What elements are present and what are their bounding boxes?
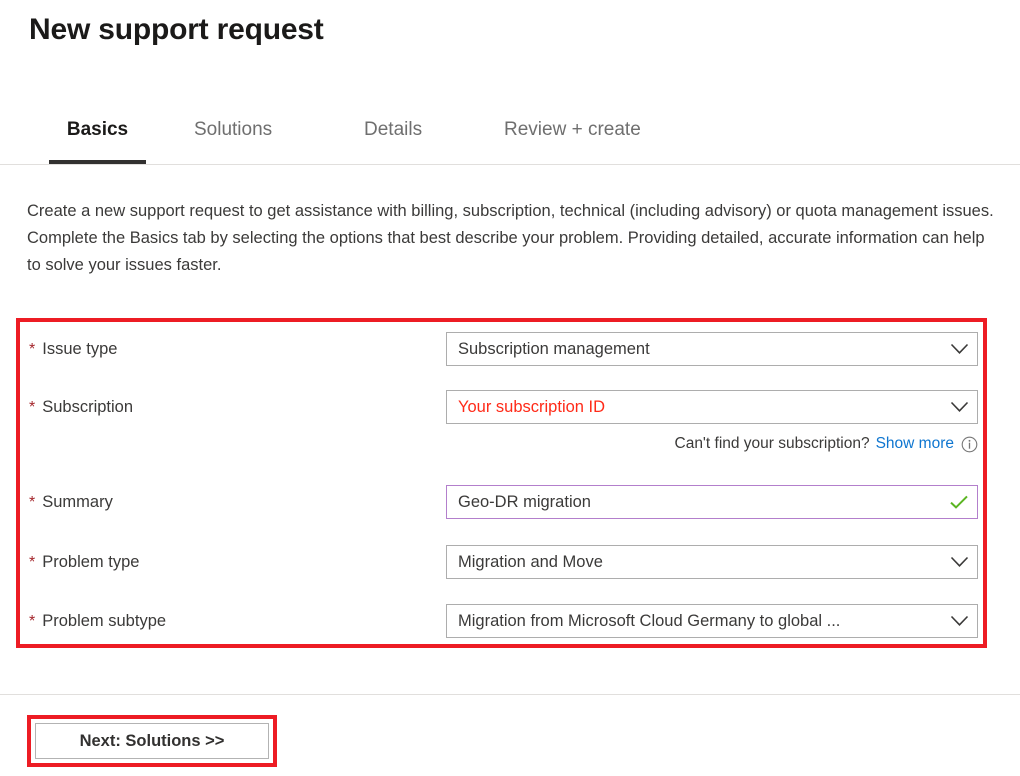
chevron-down-icon[interactable]: [941, 333, 977, 365]
textbox-summary[interactable]: Geo-DR migration: [446, 485, 978, 519]
dropdown-issue-type[interactable]: Subscription management: [446, 332, 978, 366]
dropdown-subscription-value: Your subscription ID: [447, 398, 941, 417]
label-issue-type: * Issue type: [29, 332, 117, 367]
field-row-problem-subtype: * Problem subtype Migration from Microsof…: [0, 604, 1020, 638]
dropdown-problem-type[interactable]: Migration and Move: [446, 545, 978, 579]
label-problem-type: * Problem type: [29, 545, 139, 580]
chevron-down-icon[interactable]: [941, 391, 977, 423]
dropdown-issue-type-value: Subscription management: [447, 340, 941, 359]
info-circle-icon[interactable]: [961, 436, 978, 453]
label-subscription-text: Subscription: [42, 398, 133, 416]
tab-basics-label: Basics: [67, 119, 128, 140]
footer-divider: [0, 694, 1020, 695]
label-subscription: * Subscription: [29, 390, 133, 425]
dropdown-problem-type-value: Migration and Move: [447, 553, 941, 572]
dropdown-problem-subtype[interactable]: Migration from Microsoft Cloud Germany t…: [446, 604, 978, 638]
subscription-helper-text: Can't find your subscription?: [675, 435, 870, 453]
required-marker: *: [29, 554, 35, 571]
chevron-down-icon[interactable]: [941, 546, 977, 578]
dropdown-problem-subtype-value: Migration from Microsoft Cloud Germany t…: [447, 612, 941, 631]
tab-active-indicator: [49, 160, 146, 164]
next-solutions-button[interactable]: Next: Solutions >>: [35, 723, 269, 759]
chevron-down-icon[interactable]: [941, 605, 977, 637]
label-problem-subtype-text: Problem subtype: [42, 612, 166, 630]
required-marker: *: [29, 613, 35, 630]
tab-review-create[interactable]: Review + create: [504, 106, 641, 164]
required-marker: *: [29, 494, 35, 511]
page-title: New support request: [29, 10, 324, 50]
label-problem-subtype: * Problem subtype: [29, 604, 166, 639]
field-row-summary: * Summary Geo-DR migration: [0, 485, 1020, 519]
tab-bar-divider: [0, 164, 1020, 165]
label-issue-type-text: Issue type: [42, 340, 117, 358]
tab-details[interactable]: Details: [364, 106, 422, 164]
tab-details-label: Details: [364, 119, 422, 140]
tab-solutions[interactable]: Solutions: [194, 106, 272, 164]
required-marker: *: [29, 341, 35, 358]
highlight-box-form-fields: [16, 318, 987, 648]
intro-description: Create a new support request to get assi…: [27, 198, 1002, 279]
label-summary-text: Summary: [42, 493, 113, 511]
tab-bar: Basics Solutions Details Review + create: [0, 106, 1020, 165]
tab-solutions-label: Solutions: [194, 119, 272, 140]
dropdown-subscription[interactable]: Your subscription ID: [446, 390, 978, 424]
label-problem-type-text: Problem type: [42, 553, 139, 571]
field-row-problem-type: * Problem type Migration and Move: [0, 545, 1020, 579]
label-summary: * Summary: [29, 485, 113, 520]
intro-line-1: Create a new support request to get assi…: [27, 198, 1002, 225]
textbox-summary-value[interactable]: Geo-DR migration: [447, 493, 941, 512]
required-marker: *: [29, 399, 35, 416]
show-more-link[interactable]: Show more: [876, 435, 954, 453]
check-icon: [941, 486, 977, 518]
field-row-issue-type: * Issue type Subscription management: [0, 332, 1020, 366]
intro-line-2: Complete the Basics tab by selecting the…: [27, 225, 1002, 279]
tab-basics[interactable]: Basics: [49, 106, 146, 164]
subscription-helper: Can't find your subscription? Show more: [446, 432, 978, 456]
field-row-subscription: * Subscription Your subscription ID: [0, 390, 1020, 424]
tab-review-create-label: Review + create: [504, 119, 641, 140]
